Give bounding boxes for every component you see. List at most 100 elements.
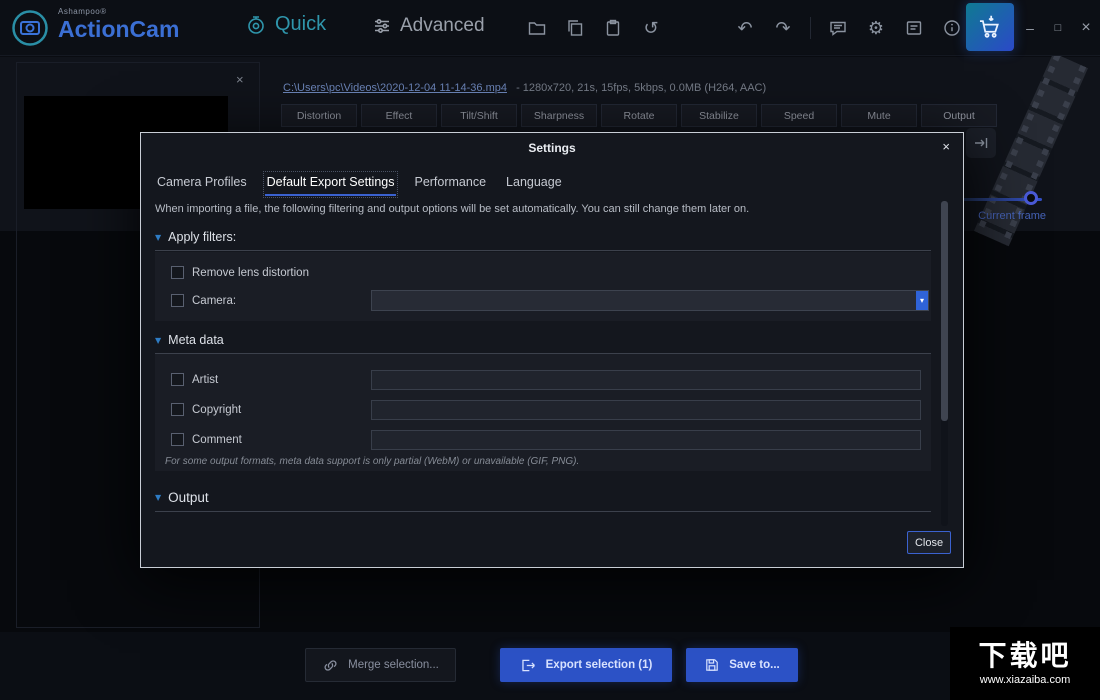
dialog-close-button[interactable]: Close: [907, 531, 951, 554]
toolbar: ↺ ↶ ↷ ⚙: [518, 0, 971, 56]
brand: Ashampoo® ActionCam: [58, 7, 179, 44]
note-icon: [906, 21, 922, 35]
settings-description: When importing a file, the following fil…: [155, 203, 750, 215]
tab-distortion[interactable]: Distortion: [281, 104, 357, 127]
export-icon: [521, 659, 535, 671]
remove-lens-distortion-checkbox[interactable]: [171, 266, 184, 279]
dialog-title: Settings: [528, 141, 576, 155]
redo-button[interactable]: ↷: [764, 0, 802, 56]
export-selection-label: Export selection (1): [545, 659, 653, 671]
artist-row: Artist: [171, 373, 218, 386]
folder-icon: [528, 22, 546, 35]
copyright-input[interactable]: [371, 400, 921, 420]
tab-quick-label: Quick: [275, 13, 327, 35]
artist-input[interactable]: [371, 370, 921, 390]
file-info-row: C:\Users\pc\Videos\2020-12-04 11-14-36.m…: [283, 82, 766, 94]
tab-speed[interactable]: Speed: [761, 104, 837, 127]
feedback-button[interactable]: [819, 0, 857, 56]
save-icon: [706, 659, 719, 671]
brand-vendor: Ashampoo®: [58, 7, 107, 16]
section-meta-data-header[interactable]: ▼ Meta data: [155, 333, 224, 347]
comment-checkbox[interactable]: [171, 433, 184, 446]
chevron-down-icon: ▼: [155, 232, 162, 242]
dialog-scrollbar[interactable]: [941, 201, 948, 526]
remove-lens-distortion-row: Remove lens distortion: [171, 266, 309, 279]
buy-button[interactable]: [966, 3, 1014, 51]
dialog-scrollbar-thumb[interactable]: [941, 201, 948, 421]
section-apply-filters-header[interactable]: ▼ Apply filters:: [155, 230, 236, 244]
copyright-row: Copyright: [171, 403, 241, 416]
settings-tab-bar: Camera Profiles Default Export Settings …: [155, 171, 564, 198]
copyright-label: Copyright: [192, 403, 242, 416]
artist-checkbox[interactable]: [171, 373, 184, 386]
tab-effect[interactable]: Effect: [361, 104, 437, 127]
tab-rotate[interactable]: Rotate: [601, 104, 677, 127]
camera-checkbox[interactable]: [171, 294, 184, 307]
copyright-checkbox[interactable]: [171, 403, 184, 416]
reset-button[interactable]: ↺: [632, 0, 670, 56]
gear-icon: ⚙: [867, 17, 885, 39]
comment-row: Comment: [171, 433, 242, 446]
tab-tilt-shift[interactable]: Tilt/Shift: [441, 104, 517, 127]
tab-language[interactable]: Language: [504, 173, 564, 196]
artist-label: Artist: [192, 373, 219, 386]
export-selection-button[interactable]: Export selection (1): [500, 648, 672, 682]
current-frame-label: Current frame: [978, 210, 1046, 222]
redo-icon: ↷: [775, 17, 791, 39]
window-controls: – □ ×: [1016, 0, 1100, 56]
clip-close-icon[interactable]: ×: [232, 70, 248, 89]
titlebar: Ashampoo® ActionCam Quick Advanced ↺ ↶ ↷…: [0, 0, 1100, 56]
clipboard-icon: [606, 19, 620, 36]
quick-camera-icon: [248, 15, 264, 34]
section-divider: [155, 250, 931, 251]
section-output-header[interactable]: ▼ Output: [155, 490, 209, 505]
chevron-down-icon: ▼: [155, 493, 162, 502]
copy-icon: [568, 20, 583, 36]
open-folder-button[interactable]: [518, 0, 556, 56]
settings-button[interactable]: ⚙: [857, 0, 895, 56]
tab-default-export-settings[interactable]: Default Export Settings: [262, 171, 399, 198]
slider-knob[interactable]: [1024, 191, 1038, 205]
camera-select[interactable]: ▾: [371, 290, 929, 311]
notes-button[interactable]: [895, 0, 933, 56]
copy-button[interactable]: [556, 0, 594, 56]
reset-icon: ↺: [643, 17, 659, 39]
camera-row: Camera:: [171, 294, 236, 307]
comment-label: Comment: [192, 433, 242, 446]
camera-label: Camera:: [192, 294, 237, 307]
minimize-button[interactable]: –: [1016, 0, 1044, 56]
meta-data-note: For some output formats, meta data suppo…: [165, 456, 580, 467]
undo-button[interactable]: ↶: [726, 0, 764, 56]
toolbar-divider: [810, 17, 811, 39]
tool-tab-bar: Distortion Effect Tilt/Shift Sharpness R…: [281, 104, 997, 127]
tab-quick[interactable]: Quick: [245, 13, 326, 36]
tab-stabilize[interactable]: Stabilize: [681, 104, 757, 127]
apply-filters-title: Apply filters:: [168, 230, 237, 244]
tab-output[interactable]: Output: [921, 104, 997, 127]
comment-input[interactable]: [371, 430, 921, 450]
output-title: Output: [168, 490, 209, 505]
save-to-button[interactable]: Save to...: [686, 648, 798, 682]
paste-button[interactable]: [594, 0, 632, 56]
tab-advanced-label: Advanced: [400, 15, 485, 36]
tab-camera-profiles[interactable]: Camera Profiles: [155, 173, 249, 196]
tab-mute[interactable]: Mute: [841, 104, 917, 127]
frame-arrow-icon: [975, 138, 988, 148]
merge-selection-button[interactable]: Merge selection...: [305, 648, 456, 682]
undo-icon: ↶: [737, 17, 753, 39]
watermark: 下载吧 www.xiazaiba.com: [950, 627, 1100, 700]
tab-sharpness[interactable]: Sharpness: [521, 104, 597, 127]
tab-advanced[interactable]: Advanced: [372, 15, 485, 37]
dropdown-arrow-icon[interactable]: ▾: [916, 291, 928, 310]
close-button[interactable]: ×: [1072, 0, 1100, 56]
frame-tool-button[interactable]: [966, 128, 996, 158]
file-path-link[interactable]: C:\Users\pc\Videos\2020-12-04 11-14-36.m…: [283, 82, 507, 94]
settings-dialog: Settings × Camera Profiles Default Expor…: [140, 132, 964, 568]
maximize-button[interactable]: □: [1044, 0, 1072, 56]
dialog-close-icon[interactable]: ×: [937, 137, 955, 156]
watermark-url: www.xiazaiba.com: [979, 673, 1071, 686]
app-logo: [10, 8, 50, 48]
meta-data-title: Meta data: [168, 333, 224, 347]
section-divider: [155, 511, 931, 512]
tab-performance[interactable]: Performance: [412, 173, 488, 196]
